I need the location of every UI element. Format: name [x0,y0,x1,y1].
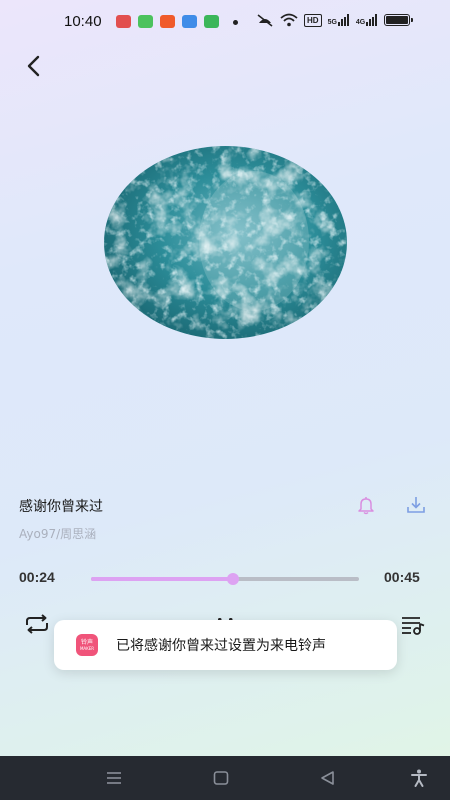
accessibility-nav-button[interactable] [409,768,429,788]
battery-icon [384,14,414,26]
system-icons: HD 5G 4G [256,13,414,27]
navigation-bar [0,756,450,800]
ringtone-app-icon: 铃声 MAKER [76,634,98,656]
notification-app-icon [160,15,175,28]
status-time: 10:40 [64,13,102,30]
playlist-button[interactable] [399,613,427,637]
song-title: 感谢你曾来过 [19,499,103,515]
status-bar: 10:40 HD 5G 4G [0,0,450,44]
download-button[interactable] [405,494,427,516]
progress-fill [91,577,234,581]
toast-notification: 铃声 MAKER 已将感谢你曾来过设置为来电铃声 [54,620,397,670]
home-nav-button[interactable] [211,768,231,788]
download-icon [407,497,425,513]
signal-bars-icon [337,14,349,26]
hd-badge: HD [304,13,322,27]
repeat-icon [26,614,48,634]
playlist-icon [402,617,425,635]
notification-app-icon [182,15,197,28]
home-icon [213,771,229,785]
back-button[interactable] [20,52,48,80]
wifi-icon [280,13,298,27]
signal-5g: 5G [328,14,350,26]
chevron-left-icon [27,55,40,77]
signal-bars-icon [366,14,378,26]
repeat-button[interactable] [23,612,51,636]
menu-nav-button[interactable] [104,768,124,788]
do-not-disturb-icon [257,14,273,27]
notification-dot [233,20,238,25]
toast-message: 已将感谢你曾来过设置为来电铃声 [116,638,326,654]
song-artist: Ayo97/周思涵 [19,527,97,541]
menu-icon [107,772,121,784]
notification-icons [116,15,219,28]
notification-app-icon [204,15,219,28]
bell-icon [358,497,374,515]
back-icon [321,771,334,785]
back-nav-button[interactable] [318,768,338,788]
accessibility-icon [411,769,427,787]
progress-thumb[interactable] [227,573,240,585]
progress-slider[interactable] [91,573,359,585]
notification-app-icon [138,15,153,28]
signal-4g: 4G [356,14,378,26]
album-cover [104,146,347,339]
total-time: 00:45 [384,569,420,585]
set-ringtone-button[interactable] [355,494,377,516]
current-time: 00:24 [19,569,55,585]
notification-app-icon [116,15,131,28]
